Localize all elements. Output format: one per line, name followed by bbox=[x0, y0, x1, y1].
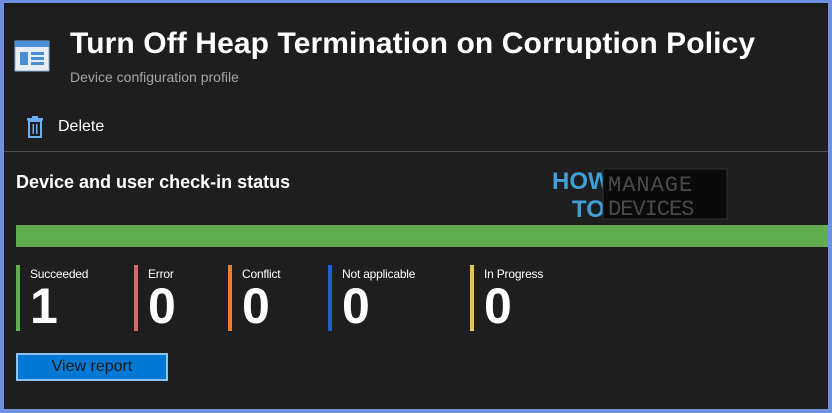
command-bar: Delete bbox=[4, 109, 828, 143]
stat-tile-error[interactable]: Error 0 bbox=[134, 265, 176, 331]
watermark-devices: DEVICES bbox=[608, 197, 694, 221]
top-edge bbox=[4, 3, 828, 9]
configuration-profile-icon bbox=[14, 40, 50, 72]
delete-button[interactable]: Delete bbox=[26, 112, 104, 142]
page-subtitle: Device configuration profile bbox=[70, 69, 239, 85]
app-frame: Turn Off Heap Termination on Corruption … bbox=[4, 3, 828, 409]
watermark-manage: MANAGE bbox=[608, 173, 693, 198]
divider bbox=[4, 151, 828, 152]
stat-tile-in-progress[interactable]: In Progress 0 bbox=[470, 265, 543, 331]
stat-value: 0 bbox=[148, 278, 176, 334]
stat-tile-conflict[interactable]: Conflict 0 bbox=[228, 265, 281, 334]
stat-value: 1 bbox=[30, 278, 58, 334]
checkin-status-bar bbox=[16, 225, 828, 247]
stat-value: 0 bbox=[484, 278, 512, 334]
checkin-section-title: Device and user check-in status bbox=[16, 172, 291, 192]
stat-tile-not-applicable[interactable]: Not applicable 0 bbox=[328, 265, 415, 331]
trash-icon bbox=[26, 116, 44, 138]
view-report-button[interactable]: View report bbox=[16, 353, 168, 381]
status-tiles: Succeeded 1 Error 0 Conflict 0 Not appli… bbox=[16, 265, 828, 335]
stat-tile-succeeded[interactable]: Succeeded 1 bbox=[16, 265, 88, 331]
delete-label: Delete bbox=[58, 118, 105, 135]
page-title: Turn Off Heap Termination on Corruption … bbox=[70, 27, 756, 60]
page-header: Turn Off Heap Termination on Corruption … bbox=[4, 23, 828, 93]
stat-value: 0 bbox=[342, 278, 370, 334]
watermark-to: TO bbox=[572, 196, 605, 221]
howtomanagedevices-watermark: HOW TO MANAGE DEVICES bbox=[552, 165, 732, 223]
watermark-how: HOW bbox=[552, 168, 611, 195]
stat-value: 0 bbox=[242, 278, 270, 334]
